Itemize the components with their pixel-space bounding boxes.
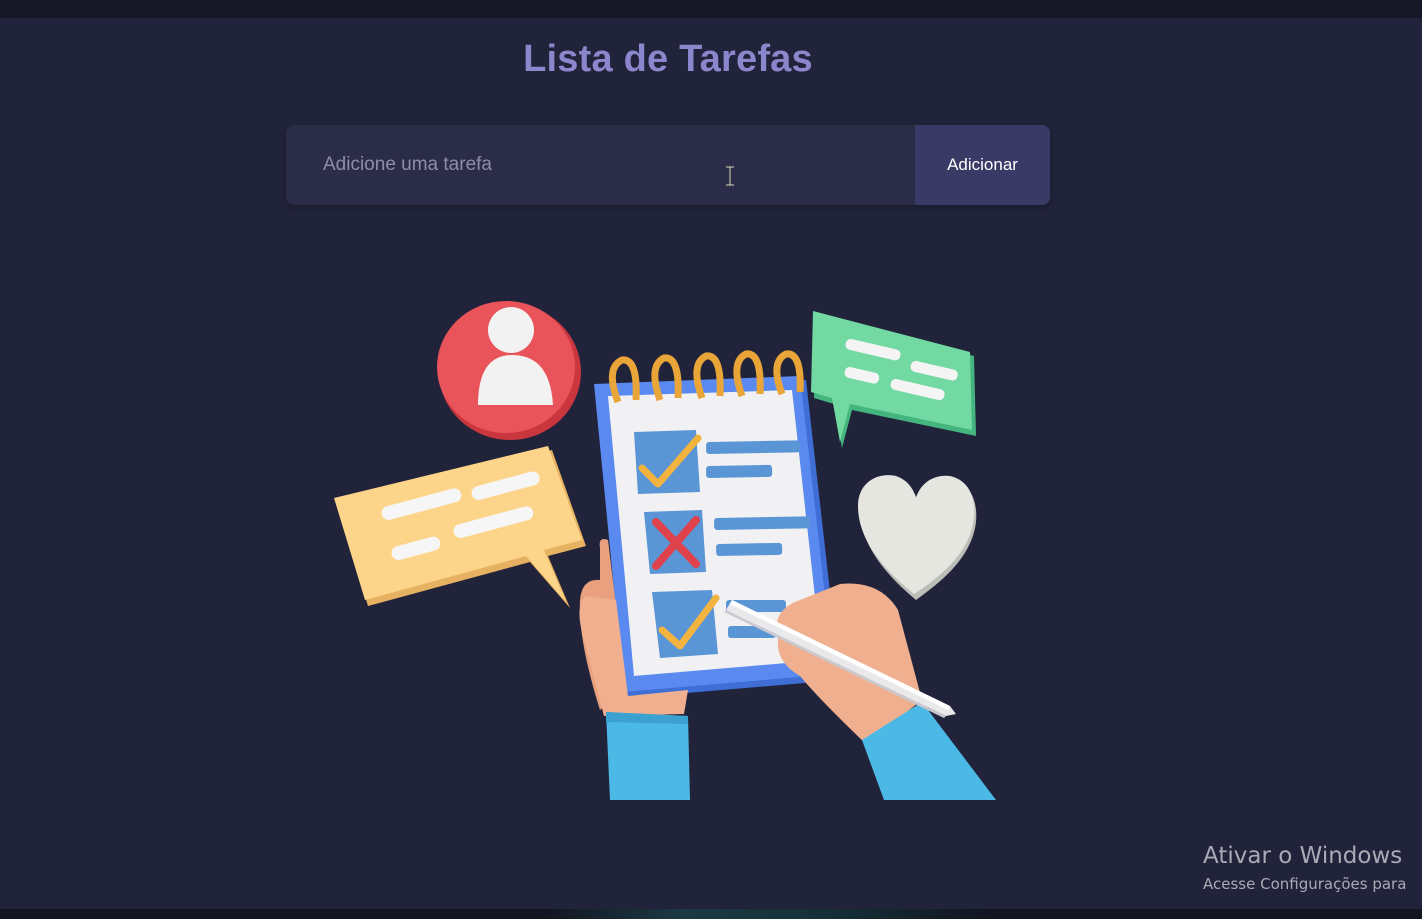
task-form: Adicionar bbox=[286, 125, 1050, 205]
task-input[interactable] bbox=[286, 125, 915, 205]
text-cursor-icon bbox=[726, 166, 734, 186]
watermark-title: Ativar o Windows bbox=[1203, 843, 1403, 869]
window-bottom-bar bbox=[0, 909, 1422, 919]
window-top-bar bbox=[0, 0, 1422, 18]
add-task-button[interactable]: Adicionar bbox=[915, 125, 1050, 205]
heart-icon bbox=[858, 475, 977, 600]
chat-bubble-green-icon bbox=[811, 311, 976, 448]
user-avatar-icon bbox=[437, 301, 581, 440]
todo-checklist-illustration bbox=[334, 301, 996, 800]
watermark-subtitle: Acesse Configurações para bbox=[1203, 875, 1407, 893]
chat-bubble-yellow-icon bbox=[334, 446, 586, 608]
page-title: Lista de Tarefas bbox=[523, 38, 813, 80]
windows-activation-watermark: Ativar o Windows Acesse Configurações pa… bbox=[1203, 840, 1422, 895]
